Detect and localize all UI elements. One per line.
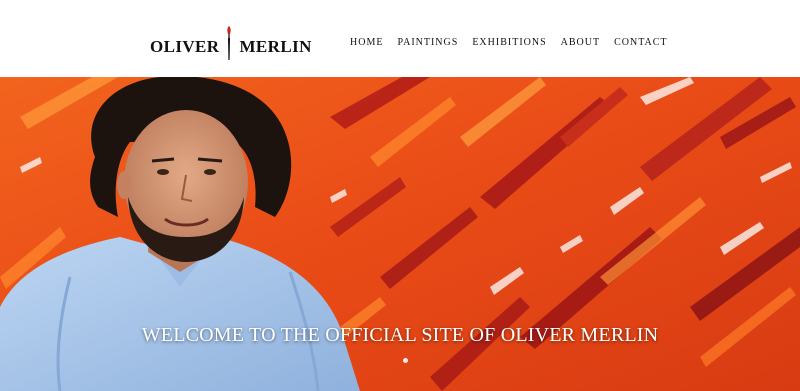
site-logo[interactable]: OLIVER MERLIN	[150, 26, 312, 64]
nav-about[interactable]: ABOUT	[561, 36, 600, 50]
hero-slider[interactable]: WELCOME TO THE OFFICIAL SITE OF OLIVER M…	[0, 77, 800, 391]
main-nav: HOME PAINTINGS EXHIBITIONS ABOUT CONTACT	[350, 36, 668, 50]
paintbrush-icon	[225, 26, 233, 60]
slider-dot-active[interactable]	[403, 358, 408, 363]
site-header: OLIVER MERLIN HOME PAINTINGS EXHIBITIONS…	[0, 0, 800, 77]
nav-exhibitions[interactable]: EXHIBITIONS	[472, 36, 546, 50]
nav-home[interactable]: HOME	[350, 36, 383, 50]
hero-headline: WELCOME TO THE OFFICIAL SITE OF OLIVER M…	[141, 324, 659, 346]
logo-text-merlin: MERLIN	[239, 37, 312, 56]
nav-contact[interactable]: CONTACT	[614, 36, 667, 50]
logo-text-oliver: OLIVER	[150, 37, 220, 56]
nav-paintings[interactable]: PAINTINGS	[397, 36, 458, 50]
